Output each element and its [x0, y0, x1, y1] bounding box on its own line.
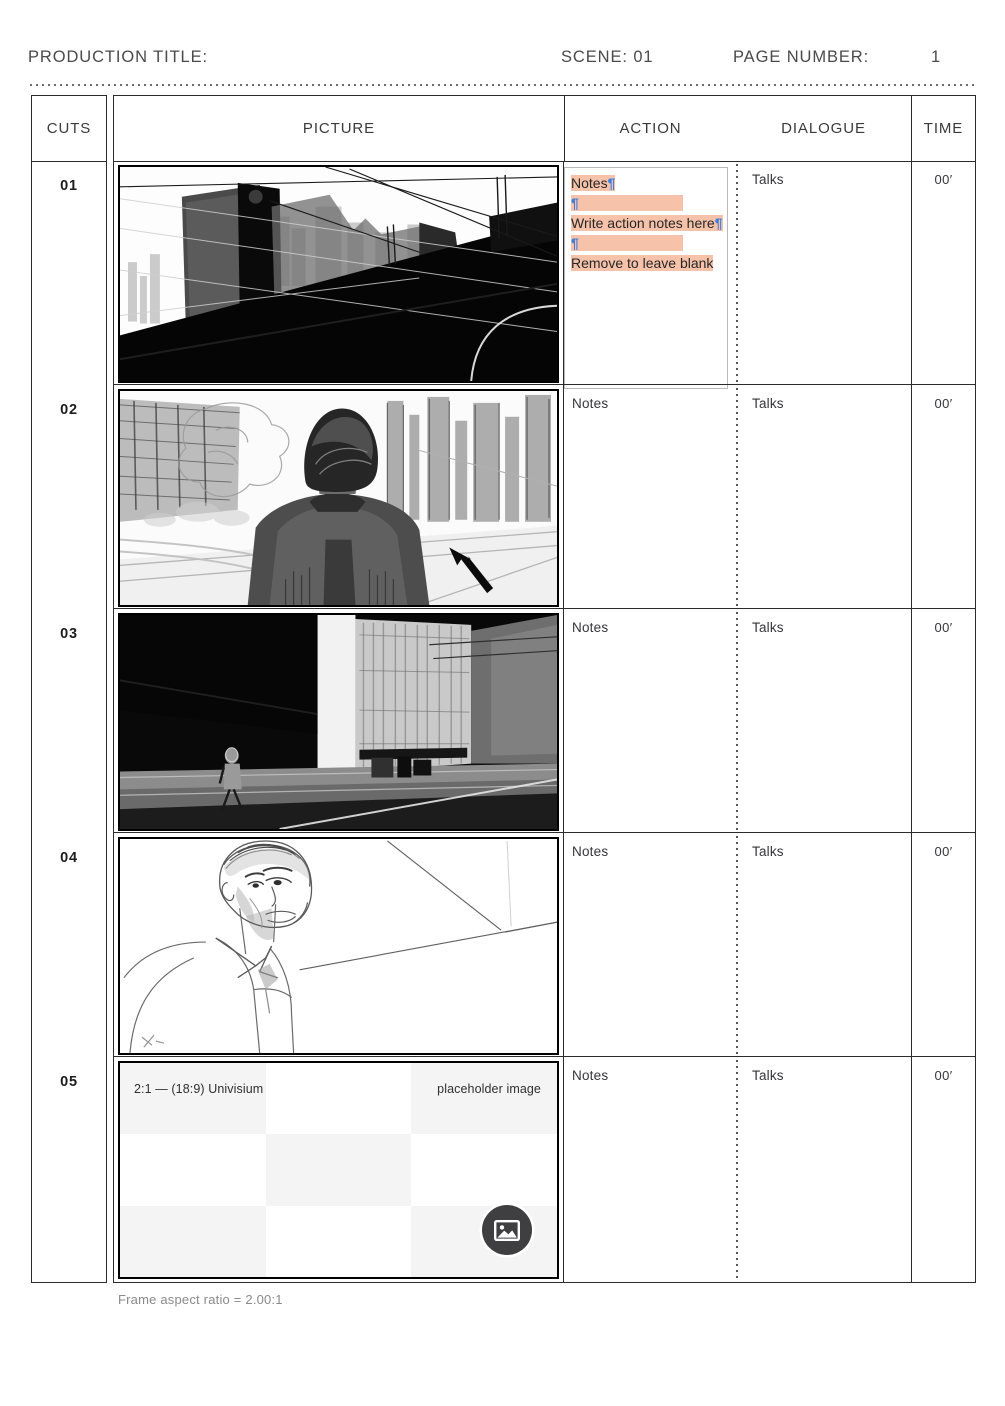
action-line-4: ¶ [571, 233, 727, 253]
frame-aspect-ratio-note: Frame aspect ratio = 2.00:1 [118, 1292, 283, 1307]
time-text: 00′ [934, 172, 953, 187]
cut-number-01: 01 [60, 178, 78, 194]
column-header-picture: PICTURE [302, 120, 376, 137]
cut-number-02: 02 [60, 402, 78, 418]
column-header-action: ACTION [564, 96, 736, 161]
action-text: Notes [572, 620, 609, 635]
picture-frame-01 [118, 165, 559, 383]
action-text: Notes [572, 396, 609, 411]
dialogue-text: Talks [752, 620, 784, 635]
production-title-label: PRODUCTION TITLE: [28, 48, 209, 66]
placeholder-aspect-label: 2:1 — (18:9) Univisium [134, 1082, 264, 1096]
time-cell-04[interactable]: 00′ [911, 834, 975, 1058]
action-notes-textbox[interactable]: Notes¶ ¶ Write action notes here¶ ¶ Remo… [564, 167, 728, 389]
picture-frame-05: 2:1 — (18:9) Univisium placeholder image [118, 1061, 559, 1279]
storyboard-artwork-city-vehicle [120, 167, 557, 381]
dialogue-cell-05[interactable]: Talks [744, 1058, 911, 1282]
page-number-value: 1 [931, 48, 942, 66]
picture-cell-01[interactable] [114, 162, 564, 386]
cut-number-03: 03 [60, 626, 78, 642]
picture-cell-03[interactable] [114, 610, 564, 834]
action-cell-02[interactable]: Notes [564, 386, 736, 610]
storyboard-page: PRODUCTION TITLE: SCENE: 01 PAGE NUMBER:… [0, 0, 1005, 1406]
dialogue-text: Talks [752, 1068, 784, 1083]
action-text: Notes [572, 1068, 609, 1083]
cuts-column-body: 01 02 03 04 05 [32, 162, 106, 1282]
action-line-5-text: Remove to leave blank [571, 255, 714, 271]
picture-frame-03 [118, 613, 559, 831]
page-header: PRODUCTION TITLE: SCENE: 01 PAGE NUMBER:… [28, 48, 976, 76]
table-row: Notes Talks 00′ [114, 834, 975, 1058]
placeholder-name-label: placeholder image [437, 1082, 541, 1096]
picture-cell-02[interactable] [114, 386, 564, 610]
action-dialogue-divider [736, 1058, 738, 1282]
table-row: Notes¶ ¶ Write action notes here¶ ¶ Remo… [114, 162, 975, 389]
dialogue-cell-01[interactable]: Talks [744, 162, 911, 386]
image-icon[interactable] [482, 1205, 532, 1255]
picture-frame-04 [118, 837, 559, 1055]
time-cell-03[interactable]: 00′ [911, 610, 975, 834]
action-text: Notes [572, 844, 609, 859]
time-cell-02[interactable]: 00′ [911, 386, 975, 610]
cut-number-05: 05 [60, 1074, 78, 1090]
dialogue-text: Talks [752, 172, 784, 187]
action-line-2: ¶ [571, 193, 727, 213]
dialogue-cell-02[interactable]: Talks [744, 386, 911, 610]
pilcrow-icon: ¶ [714, 215, 723, 231]
cut-number-04: 04 [60, 850, 78, 866]
storyboard-artwork-portrait-sketch [120, 839, 557, 1053]
dialogue-text: Talks [752, 844, 784, 859]
placeholder-image[interactable]: 2:1 — (18:9) Univisium placeholder image [120, 1063, 557, 1277]
cuts-column: CUTS 01 02 03 04 05 [31, 95, 107, 1283]
dialogue-cell-03[interactable]: Talks [744, 610, 911, 834]
action-dialogue-divider [736, 162, 738, 386]
action-dialogue-divider [736, 386, 738, 610]
pilcrow-icon: ¶ [571, 195, 579, 211]
table-body: Notes¶ ¶ Write action notes here¶ ¶ Remo… [114, 162, 975, 1282]
time-text: 00′ [934, 396, 953, 411]
table-row: Notes Talks 00′ [114, 386, 975, 610]
dialogue-cell-04[interactable]: Talks [744, 834, 911, 1058]
picture-frame-02 [118, 389, 559, 607]
page-number-label: PAGE NUMBER: [733, 48, 870, 66]
time-cell-05[interactable]: 00′ [911, 1058, 975, 1282]
action-dialogue-divider [736, 610, 738, 834]
pilcrow-icon: ¶ [571, 235, 579, 251]
table-row: 2:1 — (18:9) Univisium placeholder image [114, 1058, 975, 1282]
action-cell-05[interactable]: Notes [564, 1058, 736, 1282]
action-cell-03[interactable]: Notes [564, 610, 736, 834]
action-dialogue-divider [736, 834, 738, 1058]
cuts-header-label: CUTS [46, 120, 92, 137]
action-cell-04[interactable]: Notes [564, 834, 736, 1058]
action-line-3: Write action notes here¶ [571, 213, 727, 233]
column-header-dialogue: DIALOGUE [781, 120, 866, 137]
storyboard-artwork-man-back-city [120, 391, 557, 605]
column-header-time: TIME [911, 96, 975, 161]
storyboard-table: PICTURE ACTION DIALOGUE TIME Notes¶ ¶ Wr… [113, 95, 976, 1283]
action-line-1-text: Notes [571, 175, 608, 191]
picture-cell-05[interactable]: 2:1 — (18:9) Univisium placeholder image [114, 1058, 564, 1282]
action-line-1: Notes¶ [571, 173, 727, 193]
time-text: 00′ [934, 620, 953, 635]
pilcrow-icon: ¶ [607, 175, 616, 191]
time-text: 00′ [934, 1068, 953, 1083]
time-cell-01[interactable]: 00′ [911, 162, 975, 386]
cuts-column-header: CUTS [32, 96, 106, 162]
action-line-5: Remove to leave blank [571, 253, 727, 273]
picture-cell-04[interactable] [114, 834, 564, 1058]
storyboard-artwork-night-street [120, 615, 557, 829]
header-divider [28, 84, 976, 86]
scene-label: SCENE: 01 [561, 48, 654, 66]
table-header-row: PICTURE ACTION DIALOGUE TIME [114, 96, 975, 162]
dialogue-text: Talks [752, 396, 784, 411]
action-line-3-text: Write action notes here [571, 215, 715, 231]
time-text: 00′ [934, 844, 953, 859]
table-row: Notes Talks 00′ [114, 610, 975, 834]
